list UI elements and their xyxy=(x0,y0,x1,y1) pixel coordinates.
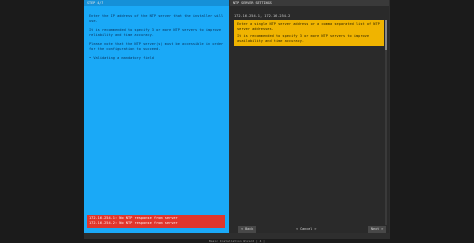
info-paragraph: Enter a single NTP server address or a c… xyxy=(237,22,380,31)
help-pane-title: STEP 4/7 xyxy=(84,0,229,6)
info-paragraph: It is recommended to specify 3 or more N… xyxy=(237,34,369,43)
status-bar: Basic Installation Wizard | 4 | xyxy=(209,239,265,243)
info-box: Enter a single NTP server address or a c… xyxy=(234,20,384,46)
help-text: Enter the IP address of the NTP server t… xyxy=(89,14,225,65)
settings-pane: NTP SERVER SETTINGS 172.16.254.1, 172.16… xyxy=(230,0,389,233)
help-paragraph: Please note that the NTP server(s) must … xyxy=(89,42,224,51)
button-bar: < Back < Cancel > Next > xyxy=(230,226,389,233)
help-paragraph: Enter the IP address of the NTP server t… xyxy=(89,14,224,23)
help-paragraph: It is recommended to specify 3 or more N… xyxy=(89,28,221,37)
scrollbar-thumb[interactable] xyxy=(385,20,387,50)
scrollbar-track[interactable] xyxy=(385,20,387,225)
cancel-button[interactable]: < Cancel > xyxy=(296,226,316,233)
ntp-server-input[interactable]: 172.16.254.1, 172.16.254.2 xyxy=(234,14,290,19)
help-paragraph: • Validating a mandatory field xyxy=(89,56,154,60)
settings-pane-title: NTP SERVER SETTINGS xyxy=(230,0,389,6)
help-pane: STEP 4/7 Enter the IP address of the NTP… xyxy=(84,0,229,233)
error-box: 172.16.254.1: No NTP response from serve… xyxy=(87,215,225,228)
error-line: 172.16.254.2: No NTP response from serve… xyxy=(89,221,178,225)
back-button[interactable]: < Back xyxy=(238,226,257,233)
next-button[interactable]: Next > xyxy=(368,226,387,233)
